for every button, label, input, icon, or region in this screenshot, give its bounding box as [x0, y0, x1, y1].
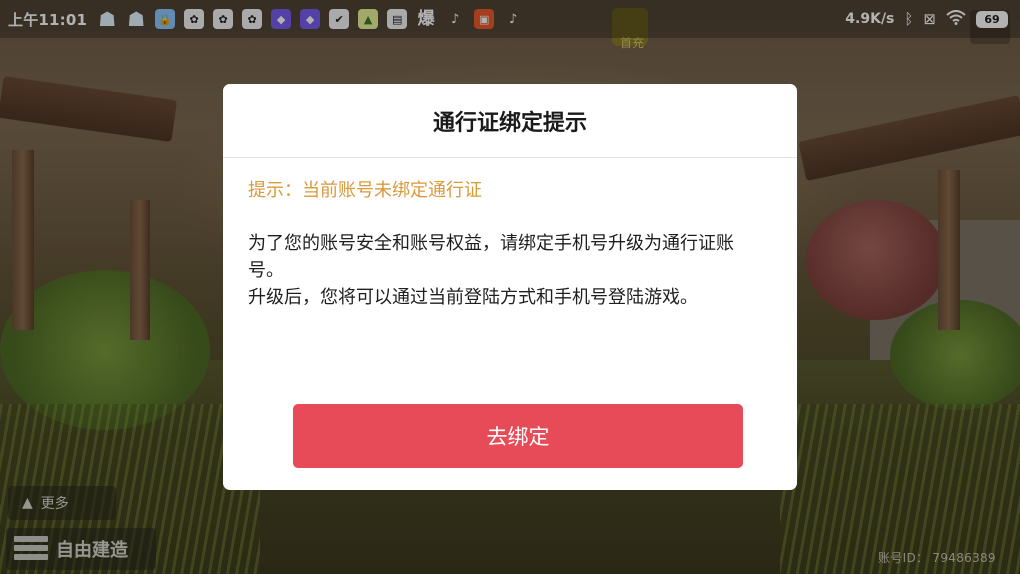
dialog-title: 通行证绑定提示	[223, 84, 797, 158]
dialog-hint: 提示：当前账号未绑定通行证	[248, 180, 482, 201]
dialog-body-line-1: 为了您的账号安全和账号权益，请绑定手机号升级为通行证账号。	[248, 233, 734, 281]
go-bind-button[interactable]: 去绑定	[293, 404, 743, 468]
dialog-body-line-2: 升级后，您将可以通过当前登陆方式和手机号登陆游戏。	[248, 287, 698, 308]
dialog-body: 为了您的账号安全和账号权益，请绑定手机号升级为通行证账号。 升级后，您将可以通过…	[248, 230, 768, 311]
bind-pass-dialog: 通行证绑定提示 提示：当前账号未绑定通行证 为了您的账号安全和账号权益，请绑定手…	[223, 84, 797, 490]
